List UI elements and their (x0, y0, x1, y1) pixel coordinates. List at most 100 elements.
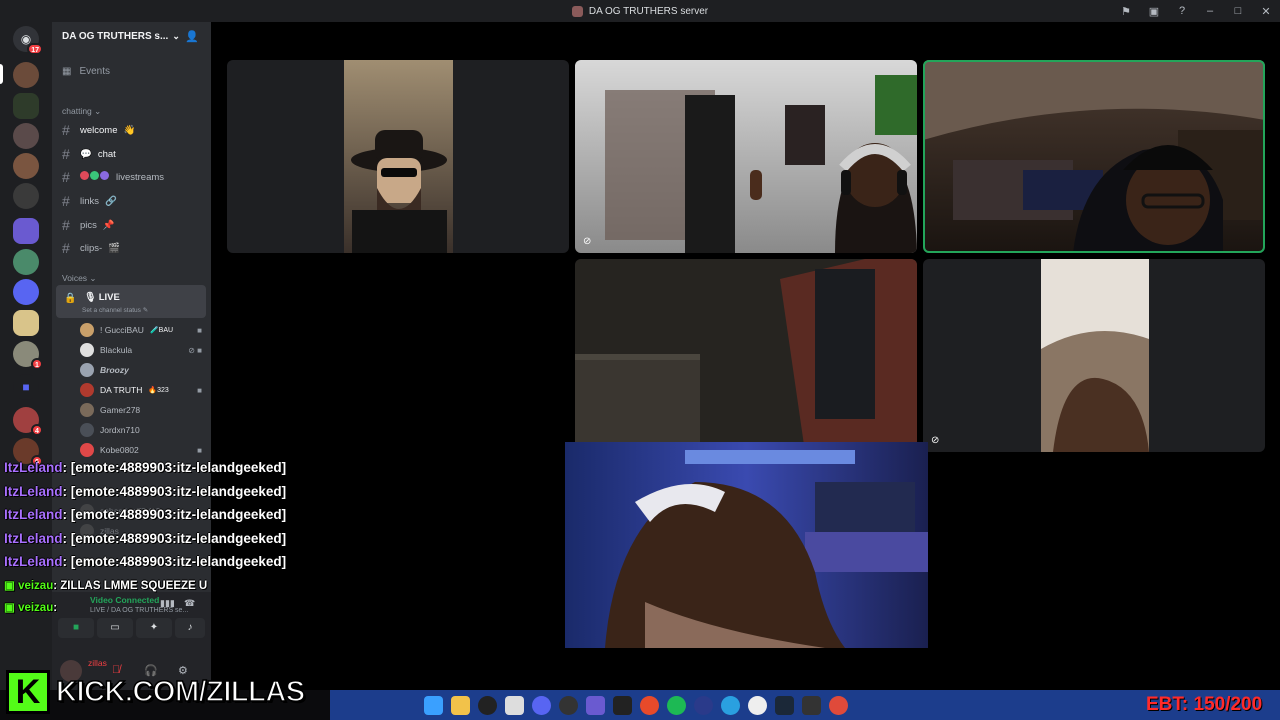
channel-livestreams[interactable]: # livestreams (62, 169, 164, 185)
green-circle-icon (90, 171, 99, 180)
voice-member[interactable]: Gamer278 (80, 403, 202, 417)
channel-emoji: 🎬 (108, 242, 121, 254)
hash-icon: # (62, 122, 70, 138)
capcut-icon[interactable] (505, 696, 524, 715)
voice-member[interactable]: Jordxn710 (80, 423, 202, 437)
home-button[interactable]: ◉ 17 (13, 26, 43, 55)
steam-icon[interactable] (775, 696, 794, 715)
webcam-blue-room (565, 442, 928, 648)
telegram-icon[interactable] (721, 696, 740, 715)
chevron-down-icon: ⌄ (172, 30, 180, 41)
discord-icon[interactable] (532, 696, 551, 715)
next-icon[interactable] (613, 696, 632, 715)
obs-icon[interactable] (559, 696, 578, 715)
epic-games-icon[interactable] (802, 696, 821, 715)
chat-text: [emote:4889903:itz-lelandgeeked] (70, 483, 287, 499)
folder-icon[interactable]: ■ (13, 374, 39, 400)
video-tile-speaking[interactable] (923, 60, 1265, 253)
server-2[interactable] (13, 93, 39, 119)
voice-member[interactable]: Blackula ⊘ ■ (80, 343, 202, 357)
webcam-cowboy (344, 60, 453, 253)
server-1[interactable] (13, 62, 39, 88)
channel-links[interactable]: # links 🔗 (62, 193, 117, 209)
close-icon[interactable]: ✕ (1258, 5, 1274, 18)
voice-channel-status[interactable]: Set a channel status ✎ (82, 306, 148, 314)
member-name: Gamer278 (100, 405, 141, 415)
webcam-headphones (575, 60, 917, 253)
active-server-pill (0, 64, 3, 84)
voice-member[interactable]: Kobe0802 ■ (80, 443, 202, 457)
brave-icon[interactable] (640, 696, 659, 715)
inbox-icon[interactable]: ▣ (1146, 5, 1162, 18)
category-chatting[interactable]: chatting ⌄ (62, 106, 101, 117)
chat-username: ItzLeland (4, 483, 63, 499)
hash-icon: # (62, 193, 70, 209)
member-name: Broozy (100, 365, 129, 375)
voice-member[interactable]: DA TRUTH 🔥323 ■ (80, 383, 202, 397)
file-explorer-icon[interactable] (451, 696, 470, 715)
video-tile[interactable]: ⊘ (575, 60, 917, 253)
app-grid-icon[interactable] (586, 696, 605, 715)
server-6[interactable] (13, 218, 39, 244)
spotify-icon[interactable] (667, 696, 686, 715)
stream-chat-overlay: ItzLeland: [emote:4889903:itz-lelandgeek… (4, 460, 334, 622)
chat-message: ItzLeland: [emote:4889903:itz-lelandgeek… (4, 530, 287, 546)
server-4[interactable] (13, 153, 39, 179)
server-9[interactable] (13, 310, 39, 336)
category-voices[interactable]: Voices ⌄ (62, 273, 97, 284)
channel-label: pics (80, 219, 97, 231)
channel-label: livestreams (116, 171, 165, 183)
channel-clips[interactable]: # clips- 🎬 (62, 240, 120, 256)
video-tile[interactable] (575, 259, 917, 452)
channel-pics[interactable]: # pics 📌 (62, 217, 115, 233)
app-icon[interactable] (478, 696, 497, 715)
chat-text: [emote:4889903:itz-lelandgeeked] (70, 530, 287, 546)
video-tile[interactable] (227, 60, 569, 253)
server-7[interactable] (13, 249, 39, 275)
voice-member[interactable]: Broozy (80, 363, 202, 377)
chat-text: [emote:4889903:itz-lelandgeeked] (70, 507, 287, 522)
help-icon[interactable]: ? (1174, 5, 1190, 17)
voice-channel-live[interactable]: 🔒 🎙 LIVE Set a channel status ✎ (56, 285, 206, 318)
mic-muted-icon: ⊘ (583, 236, 592, 247)
member-tag: 🔥323 (148, 387, 169, 394)
member-name: DA TRUTH (100, 385, 143, 395)
server-header[interactable]: DA OG TRUTHERS s... ⌄ 👤 (52, 22, 211, 50)
server-10[interactable]: 1 (13, 341, 43, 370)
channel-emoji: 📌 (102, 219, 115, 231)
member-name: ! GucciBAU (100, 325, 144, 335)
invite-people-icon[interactable]: 👤 (185, 30, 199, 43)
events-item[interactable]: ▦ Events (62, 66, 110, 77)
lock-icon: 🔒 (64, 293, 77, 304)
server-8[interactable] (13, 279, 39, 305)
channel-welcome[interactable]: # welcome 👋 (62, 122, 135, 138)
media-player-icon[interactable] (748, 696, 767, 715)
channel-chat[interactable]: # 💬 chat (62, 146, 116, 162)
camera-icon: ■ (72, 622, 80, 633)
title-bar-actions: ⚑ ▣ ? – □ ✕ (1118, 0, 1274, 22)
app-icon[interactable] (694, 696, 713, 715)
video-tile[interactable]: ⊘ (923, 259, 1265, 452)
video-tile[interactable] (565, 442, 928, 648)
chat-text: [emote:4889903:itz-lelandgeeked] (70, 460, 287, 475)
server-3[interactable] (13, 123, 39, 149)
kick-branding: K KICK.COM/ZILLAS (6, 670, 306, 714)
avatar (80, 323, 94, 337)
camera-icon: ■ (197, 385, 202, 395)
minimize-icon[interactable]: – (1202, 5, 1218, 17)
maximize-icon[interactable]: □ (1230, 5, 1246, 17)
hash-icon: # (62, 146, 70, 162)
voice-member[interactable]: ! GucciBAU 🧪BAU ■ (80, 323, 202, 337)
calendar-icon: ▦ (62, 66, 72, 77)
server-name: DA OG TRUTHERS s... (62, 30, 169, 42)
title-bar: DA OG TRUTHERS server ⚑ ▣ ? – □ ✕ (0, 0, 1280, 22)
chat-username: ItzLeland (4, 460, 63, 475)
mic-muted-icon: ⊘ ■ (188, 345, 202, 355)
channel-emoji: 👋 (123, 124, 136, 136)
chrome-icon[interactable] (829, 696, 848, 715)
start-icon[interactable] (424, 696, 443, 715)
server-5[interactable] (13, 183, 39, 209)
member-tag: 🧪BAU (149, 327, 174, 334)
server-14[interactable]: 4 (13, 407, 43, 436)
flag-icon[interactable]: ⚑ (1118, 5, 1134, 18)
